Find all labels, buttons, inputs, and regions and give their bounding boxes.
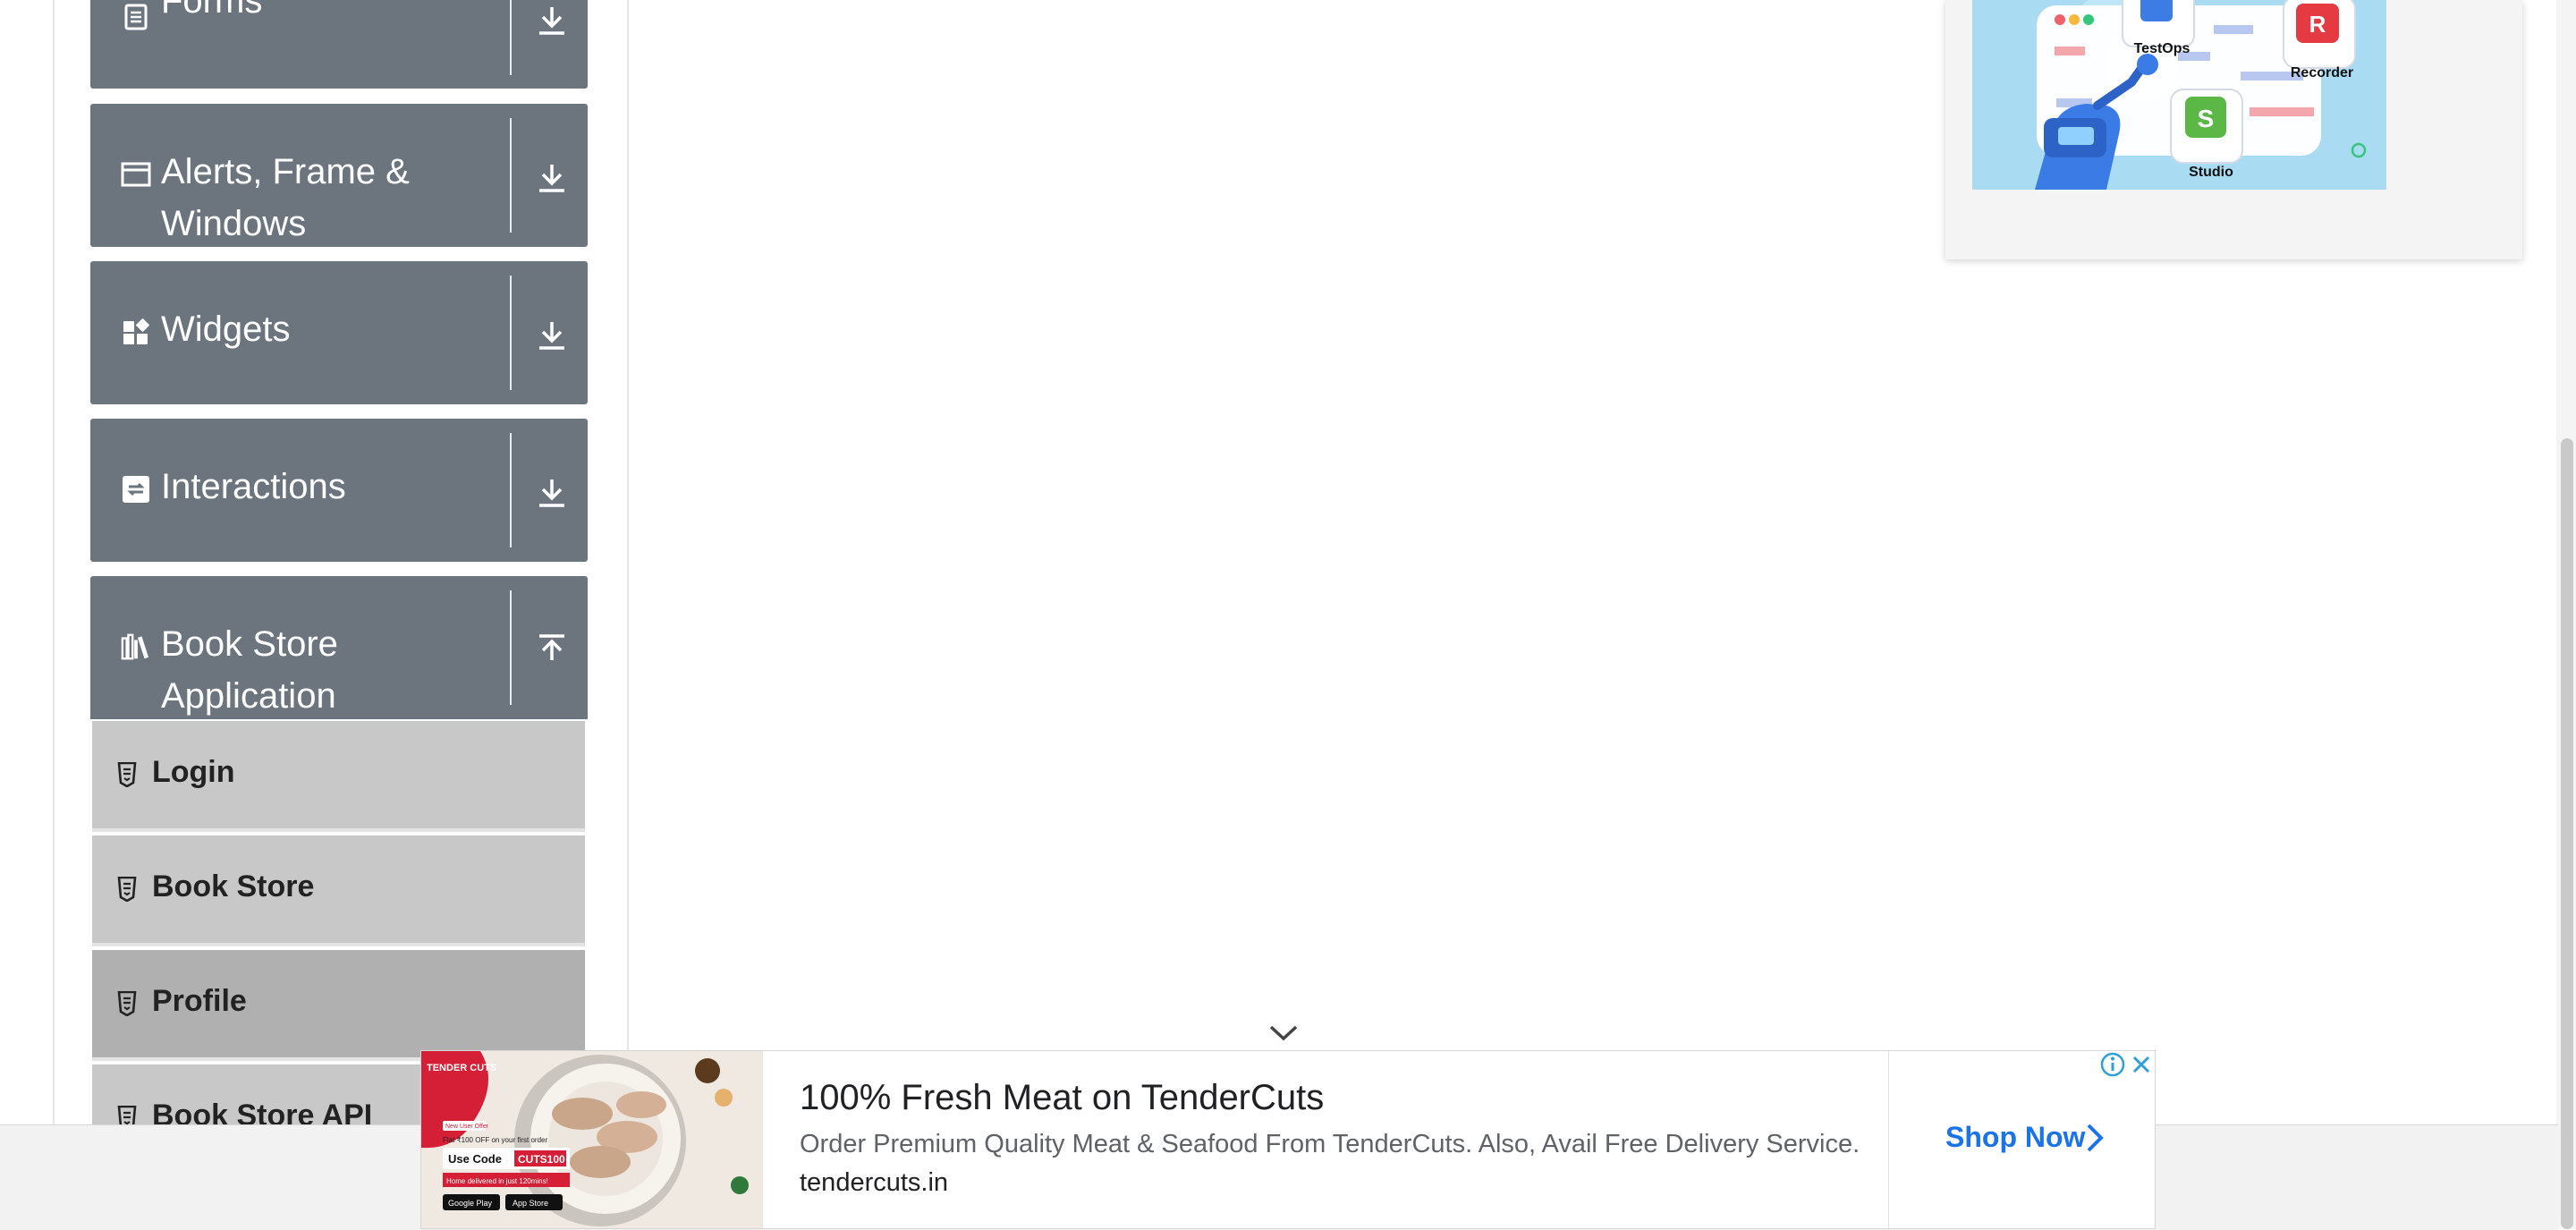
html5-icon bbox=[117, 991, 137, 1016]
chevron-right-icon[interactable] bbox=[2083, 1123, 2106, 1153]
group-interactions[interactable]: Interactions bbox=[90, 419, 588, 562]
advertisement[interactable]: TENDER CUTS New User Offer Flat ₹100 OFF… bbox=[420, 1050, 2156, 1229]
group-title-line1: Alerts, Frame & bbox=[161, 152, 410, 191]
group-title-line2: Windows bbox=[161, 204, 307, 243]
interactions-icon bbox=[121, 474, 151, 505]
ad-delivery: Home delivered in just 120mins! bbox=[446, 1177, 548, 1185]
upload-arrow-icon[interactable] bbox=[534, 632, 570, 667]
group-title-line2: Application bbox=[161, 676, 336, 716]
menu-item-label: Book Store bbox=[152, 869, 315, 903]
ad-info-icon[interactable] bbox=[2099, 1051, 2126, 1078]
group-widgets[interactable]: Widgets bbox=[90, 261, 588, 404]
ad-store-apple: App Store bbox=[513, 1199, 548, 1208]
ad-divider bbox=[1888, 1051, 1889, 1228]
left-frame-line bbox=[53, 0, 55, 1124]
group-title-line1: Book Store bbox=[161, 624, 338, 664]
group-separator bbox=[510, 0, 512, 75]
promo-labels: TestOps Recorder Studio bbox=[2134, 41, 2354, 180]
books-icon bbox=[121, 632, 151, 662]
download-arrow-icon[interactable] bbox=[534, 474, 570, 510]
label-testops: TestOps bbox=[2134, 41, 2190, 56]
page-scrollbar-thumb[interactable] bbox=[2561, 438, 2573, 1229]
menu-item-label: Login bbox=[152, 755, 235, 789]
ad-code: CUTS100 bbox=[518, 1153, 565, 1166]
ad-description: Order Premium Quality Meat & Seafood Fro… bbox=[800, 1130, 1860, 1158]
menu-item-label: Profile bbox=[152, 984, 247, 1018]
menu-item-book-store[interactable]: Book Store bbox=[92, 836, 585, 946]
shop-now-button[interactable]: Shop Now bbox=[1945, 1121, 2085, 1154]
download-arrow-icon[interactable] bbox=[534, 317, 570, 352]
html5-icon bbox=[117, 877, 137, 902]
group-title: Forms bbox=[161, 0, 263, 21]
window-icon bbox=[121, 159, 151, 190]
ad-store-google: Google Play bbox=[448, 1199, 493, 1208]
download-arrow-icon[interactable] bbox=[534, 2, 570, 38]
ad-offer-badge: New User Offer bbox=[445, 1124, 489, 1130]
ad-domain[interactable]: tendercuts.in bbox=[800, 1168, 948, 1198]
widgets-icon bbox=[121, 317, 151, 347]
chevron-down-icon[interactable] bbox=[1268, 1023, 1299, 1043]
menu-item-login[interactable]: Login bbox=[92, 721, 585, 832]
group-forms[interactable]: Forms bbox=[90, 0, 588, 89]
group-title: Interactions bbox=[161, 467, 346, 506]
label-studio: Studio bbox=[2189, 165, 2233, 180]
ad-image[interactable]: TENDER CUTS New User Offer Flat ₹100 OFF… bbox=[421, 1051, 763, 1228]
label-recorder: Recorder bbox=[2291, 65, 2353, 81]
group-separator bbox=[510, 433, 512, 547]
ad-offer-line: Flat ₹100 OFF on your first order bbox=[443, 1136, 547, 1144]
ad-brand: TENDER CUTS bbox=[427, 1063, 496, 1073]
ad-close-icon[interactable] bbox=[2128, 1051, 2155, 1078]
group-separator bbox=[510, 118, 512, 233]
page-scrollbar-track[interactable] bbox=[2556, 0, 2576, 1229]
document-icon bbox=[121, 2, 151, 32]
sidebar-right-line bbox=[627, 0, 629, 1050]
group-book-store-application[interactable]: Book Store Application bbox=[90, 576, 588, 719]
ad-code-label: Use Code bbox=[448, 1152, 502, 1166]
download-arrow-icon[interactable] bbox=[534, 159, 570, 195]
group-separator bbox=[510, 276, 512, 390]
promo-banner[interactable]: R S TestOps Recorder Studio bbox=[1945, 0, 2522, 259]
group-alerts-frame-windows[interactable]: Alerts, Frame & Windows bbox=[90, 104, 588, 247]
group-title: Widgets bbox=[161, 310, 291, 349]
html5-icon bbox=[117, 762, 137, 787]
ad-title[interactable]: 100% Fresh Meat on TenderCuts bbox=[800, 1078, 1324, 1118]
menu-item-profile[interactable]: Profile bbox=[92, 950, 585, 1061]
group-separator bbox=[510, 590, 512, 705]
